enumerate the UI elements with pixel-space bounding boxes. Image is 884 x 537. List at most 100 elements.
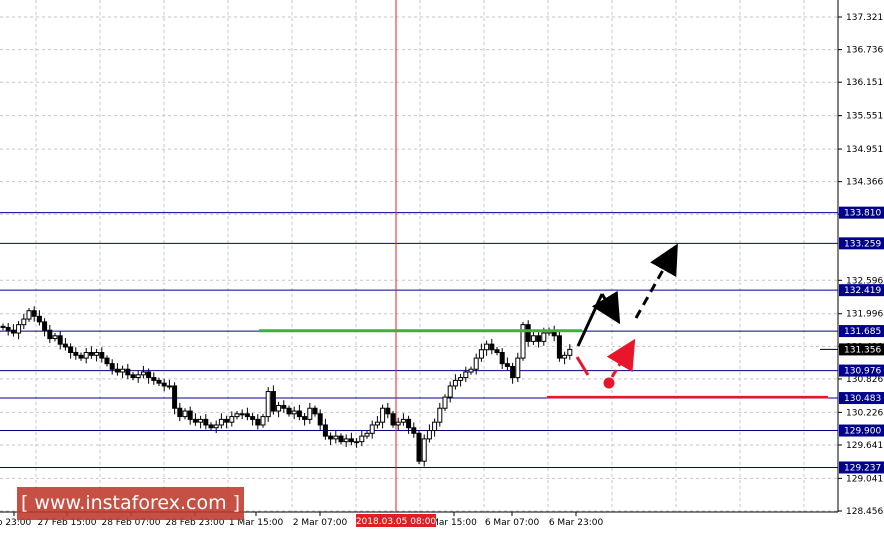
y-tick-label: 129.641 (846, 441, 883, 451)
candle-body (468, 368, 474, 373)
candle-body (426, 430, 432, 440)
candle-body (244, 413, 250, 418)
candle-body (312, 407, 318, 415)
candle-body (224, 418, 230, 423)
candle-body (21, 318, 27, 326)
candle-body (161, 382, 167, 387)
candle-body (42, 321, 48, 331)
candle-body (385, 407, 391, 415)
candle-body (99, 352, 105, 359)
candle-body (203, 418, 209, 426)
candle-body (296, 410, 302, 418)
candle-body (416, 432, 422, 462)
candle-body (234, 413, 240, 418)
candle-body (114, 368, 120, 373)
candle-body (458, 377, 464, 381)
candle-body (504, 363, 510, 367)
candle-body (406, 418, 412, 429)
candle-body (68, 346, 74, 354)
cursor-date-label: 2018.03.05 08:00 (356, 517, 437, 527)
level-tag-label: 131.685 (844, 327, 881, 337)
candle-body (317, 413, 323, 426)
y-tick-label: 135.551 (846, 112, 883, 122)
candle-body (57, 335, 63, 345)
level-tag-label: 133.259 (844, 239, 881, 249)
candle-body (530, 335, 536, 342)
candle-body (328, 435, 334, 440)
candle-body (338, 435, 344, 443)
candle-body (265, 391, 271, 418)
level-tag-label: 129.900 (844, 427, 881, 437)
candle-body (348, 438, 354, 443)
candle-body (36, 315, 42, 323)
level-tag-label: 130.483 (844, 394, 881, 404)
y-tick-label: 134.366 (846, 178, 883, 188)
y-tick-label: 129.041 (846, 474, 883, 484)
candle-body (354, 441, 360, 444)
candle-body (73, 352, 79, 356)
y-tick-label: 130.226 (846, 408, 883, 418)
x-tick-label: Mar 15:00 (431, 518, 477, 528)
price-chart[interactable]: 137.321 136.736 136.151 135.551 134.951 134.3… (0, 0, 884, 537)
candle-body (198, 418, 204, 423)
candle-body (411, 427, 417, 434)
candle-body (52, 335, 58, 340)
candle-body (182, 410, 188, 418)
candle-body (333, 435, 339, 440)
candle-body (88, 352, 94, 356)
candle-body (515, 357, 521, 379)
candle-body (359, 435, 365, 443)
candle-body (541, 332, 547, 342)
candle-body (437, 407, 443, 423)
candle-body (120, 368, 126, 373)
candle-body (567, 348, 573, 356)
candle-body (166, 385, 172, 388)
candle-body (83, 352, 89, 359)
y-tick-label: 136.151 (846, 78, 883, 88)
candle-body (16, 324, 22, 334)
y-tick-label: 134.951 (846, 145, 883, 155)
candle-body (146, 371, 152, 379)
candle-body (291, 410, 297, 415)
y-tick-label: 136.736 (846, 46, 883, 56)
level-tag-label: 129.237 (844, 463, 881, 473)
candle-body (525, 324, 531, 342)
candle-body (510, 365, 516, 379)
y-tick-label: 131.996 (846, 310, 883, 320)
candle-body (130, 374, 136, 379)
candle-body (452, 379, 458, 387)
candle-body (432, 421, 438, 432)
candle-body (135, 374, 141, 379)
candle-body (421, 438, 427, 462)
current-price-label: 131.356 (844, 345, 881, 355)
candle-body (364, 432, 370, 437)
candle-body (447, 385, 453, 398)
candle-body (31, 310, 37, 317)
candle-body (286, 407, 292, 415)
candle-body (463, 371, 469, 379)
instaforex-watermark: [ www.instaforex.com ] (17, 487, 244, 520)
candle-body (140, 371, 146, 376)
candle-body (62, 343, 68, 348)
candle-body (250, 416, 256, 420)
candle-body (218, 418, 224, 426)
candle-body (484, 343, 490, 351)
candle-body (395, 421, 401, 426)
candle-body (192, 418, 198, 423)
candle-body (10, 329, 16, 334)
candle-body (151, 377, 157, 381)
candle-body (374, 421, 380, 426)
candle-body (255, 418, 261, 426)
candle-body (125, 368, 131, 376)
level-tag-label: 132.419 (844, 286, 881, 296)
candle-body (177, 407, 183, 418)
candle-body (499, 352, 505, 365)
candle-body (556, 335, 562, 359)
y-tick-label: 128.456 (846, 507, 883, 517)
candle-body (5, 326, 11, 331)
candle-body (276, 404, 282, 412)
candle-body (489, 343, 495, 351)
candle-body (369, 424, 375, 434)
candle-body (270, 391, 276, 412)
candle-body (78, 354, 84, 359)
